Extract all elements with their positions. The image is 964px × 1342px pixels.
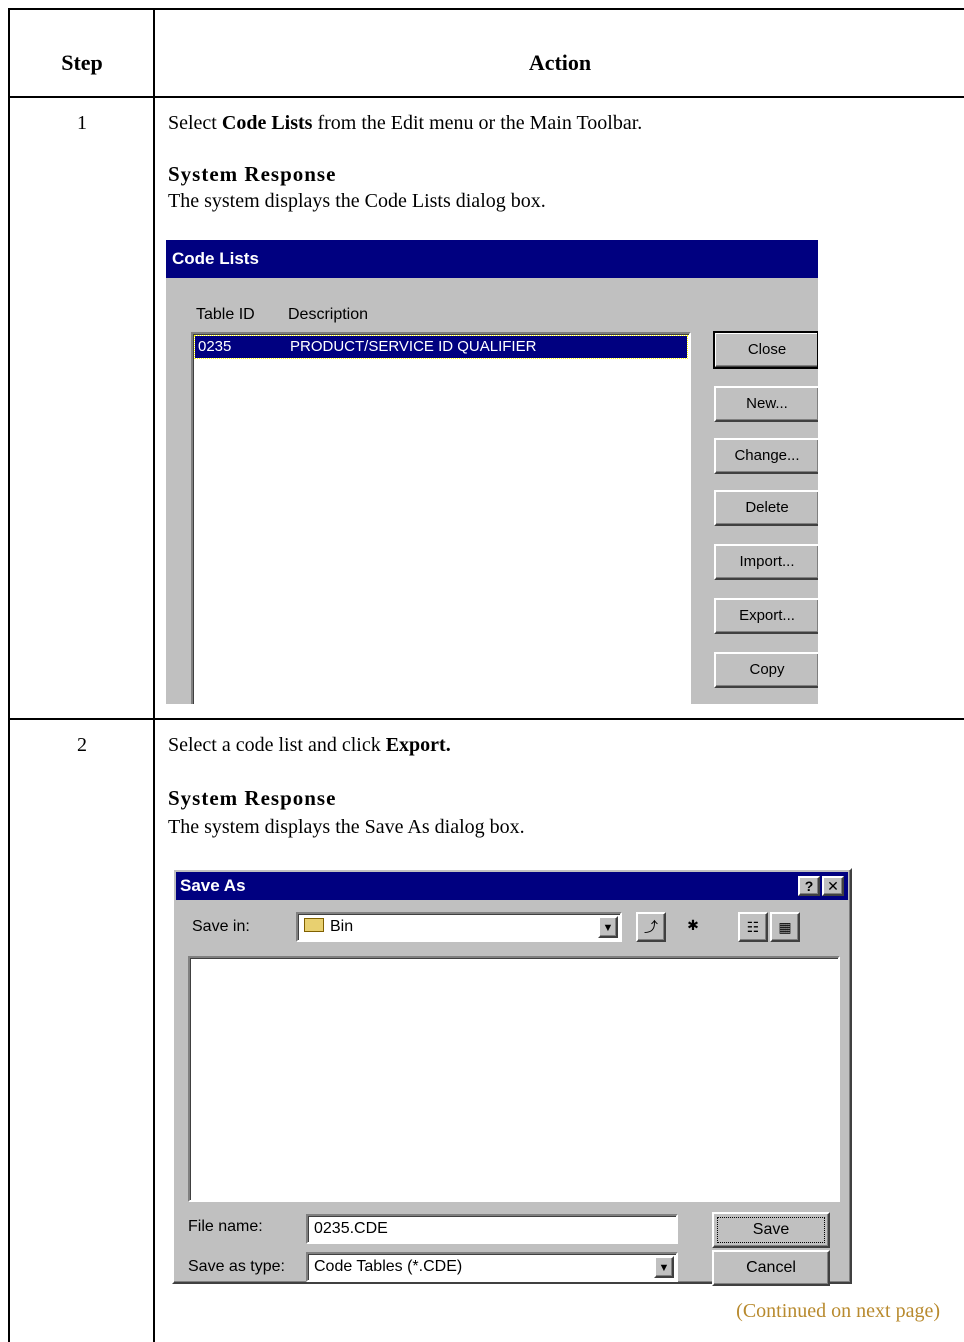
file-list-area[interactable] xyxy=(188,956,840,1202)
save-in-value: Bin xyxy=(330,918,354,935)
step-1-response-title: System Response xyxy=(168,162,337,186)
export-button[interactable]: Export... xyxy=(714,598,818,634)
row-table-id: 0235 xyxy=(198,338,232,355)
save-as-title: Save As ? ✕ xyxy=(176,872,848,900)
continued-note: (Continued on next page) xyxy=(736,1300,940,1322)
step-2-instruction: Select a code list and click Export. xyxy=(168,734,451,756)
column-header-table-id[interactable]: Table ID xyxy=(196,306,255,324)
chevron-down-icon[interactable]: ▼ xyxy=(598,916,618,938)
step-2-response-text: The system displays the Save As dialog b… xyxy=(168,816,525,838)
change-button[interactable]: Change... xyxy=(714,438,818,474)
save-as-type-label: Save as type: xyxy=(188,1258,285,1275)
table-left-border xyxy=(8,8,10,1342)
step-number-1: 1 xyxy=(77,112,87,134)
step-1-instruction: Select Code Lists from the Edit menu or … xyxy=(168,112,643,134)
step-1-response-text: The system displays the Code Lists dialo… xyxy=(168,190,546,212)
list-view-icon[interactable]: ☷ xyxy=(738,912,768,942)
code-lists-title: Code Lists xyxy=(166,240,818,278)
close-icon[interactable]: ✕ xyxy=(822,876,844,896)
code-lists-dialog: Code Lists Table ID Description 0235 PRO… xyxy=(166,240,818,704)
import-button[interactable]: Import... xyxy=(714,544,818,580)
list-item[interactable]: 0235 PRODUCT/SERVICE ID QUALIFIER xyxy=(194,335,688,359)
table-header-divider xyxy=(8,96,964,98)
details-view-icon[interactable]: ▦ xyxy=(770,912,800,942)
file-name-label: File name: xyxy=(188,1218,263,1235)
header-action: Action xyxy=(528,50,592,75)
save-button[interactable]: Save xyxy=(712,1212,830,1248)
up-one-level-icon[interactable]: ⤴ xyxy=(636,912,666,942)
table-column-divider xyxy=(153,8,155,1342)
save-as-type-value: Code Tables (*.CDE) xyxy=(314,1258,463,1275)
save-in-label: Save in: xyxy=(192,918,250,935)
close-button[interactable]: Close xyxy=(713,331,818,369)
copy-button[interactable]: Copy xyxy=(714,652,818,688)
help-icon[interactable]: ? xyxy=(798,876,820,896)
cancel-button[interactable]: Cancel xyxy=(712,1250,830,1286)
column-header-description[interactable]: Description xyxy=(288,306,368,324)
step-2-response-title: System Response xyxy=(168,786,337,810)
save-as-type-dropdown[interactable]: Code Tables (*.CDE) ▼ xyxy=(306,1252,678,1282)
save-as-title-text: Save As xyxy=(180,876,246,895)
header-step: Step xyxy=(61,50,103,75)
row-description: PRODUCT/SERVICE ID QUALIFIER xyxy=(290,338,537,355)
new-folder-icon[interactable]: ✱ xyxy=(678,912,708,942)
table-top-border xyxy=(8,8,964,10)
file-name-input[interactable]: 0235.CDE xyxy=(306,1214,678,1244)
step-number-2: 2 xyxy=(77,734,87,756)
save-in-dropdown[interactable]: Bin ▼ xyxy=(296,912,622,942)
table-row-divider xyxy=(8,718,964,720)
chevron-down-icon[interactable]: ▼ xyxy=(654,1256,674,1278)
delete-button[interactable]: Delete xyxy=(714,490,818,526)
folder-icon xyxy=(304,918,324,932)
save-as-dialog: Save As ? ✕ Save in: Bin ▼ ⤴ ✱ ☷ ▦ File … xyxy=(172,868,852,1286)
new-button[interactable]: New... xyxy=(714,386,818,422)
code-list-listbox[interactable]: 0235 PRODUCT/SERVICE ID QUALIFIER xyxy=(191,332,691,704)
